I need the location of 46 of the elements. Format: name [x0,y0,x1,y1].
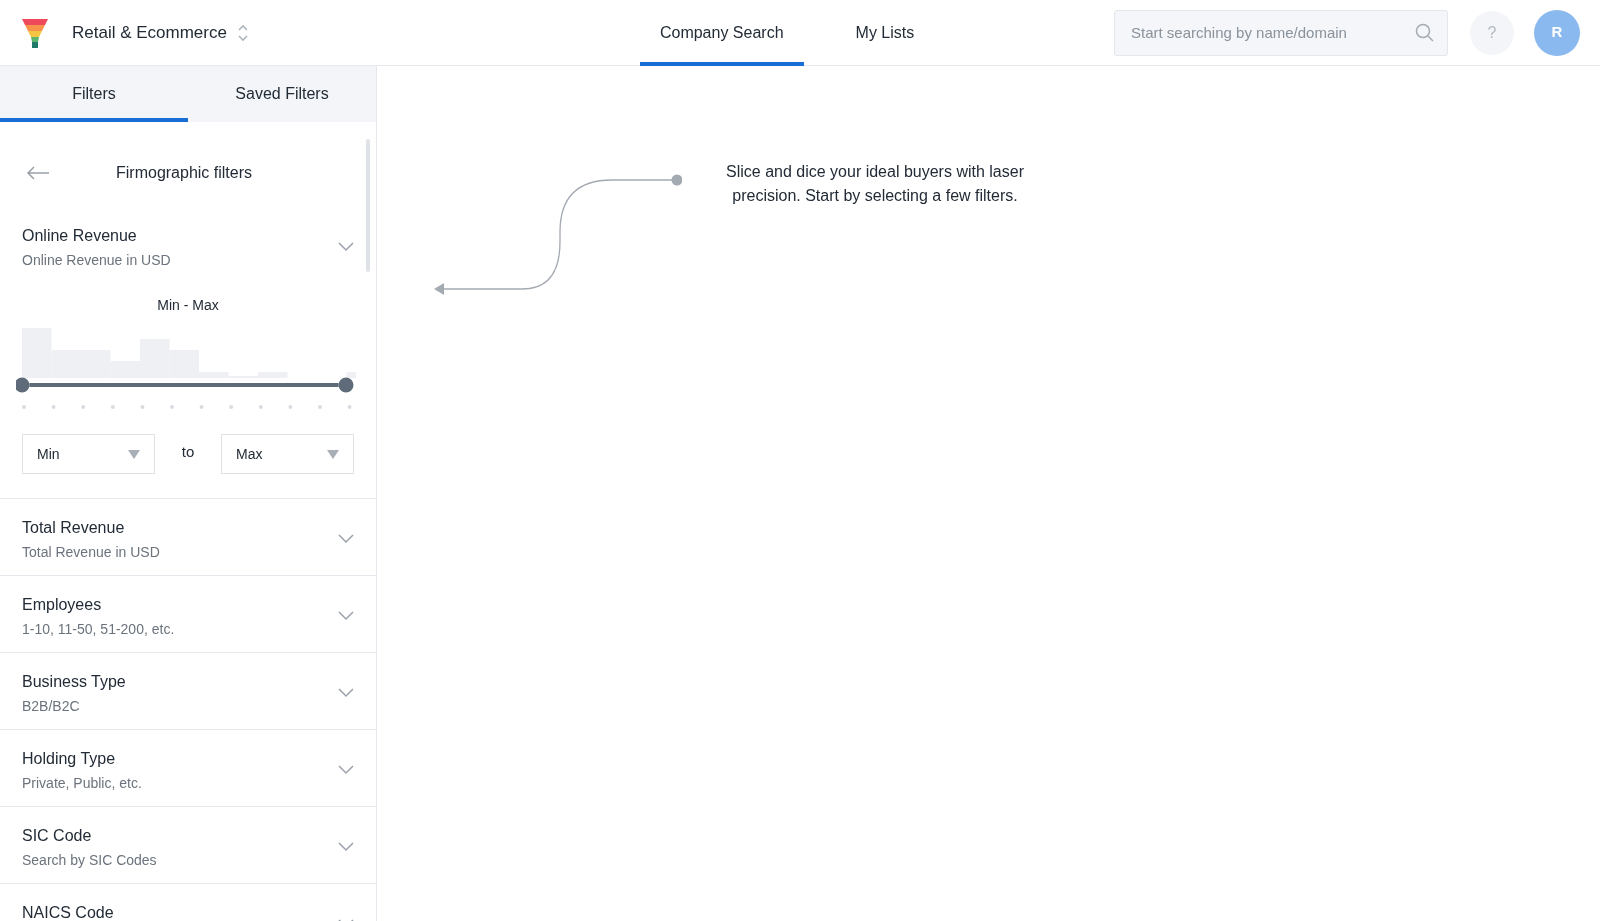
filter-title: Employees [22,595,103,615]
filter-item[interactable]: SIC Code Search by SIC Codes [0,806,376,883]
workspace-name[interactable]: Retail & Ecommerce [72,19,227,46]
chevron-down-icon [338,611,354,621]
search-icon[interactable] [1415,22,1434,42]
slider-handle[interactable] [16,377,30,393]
filter-item[interactable]: NAICS Code [0,883,376,921]
min-select[interactable]: Min [22,434,155,474]
dropdown-arrow-icon [128,449,140,459]
dropdown-arrow-icon [327,449,339,459]
filter-subtitle: Private, Public, etc. [22,774,142,793]
range-label: Min - Max [156,296,220,315]
filter-subtitle: Online Revenue in USD [22,251,171,270]
scrollbar[interactable] [366,139,370,272]
sidebar-tab[interactable]: Filters [0,66,188,122]
filter-item[interactable]: Total Revenue Total Revenue in USD [0,498,376,575]
nav-tab[interactable]: Company Search [639,0,804,66]
sort-icon[interactable] [236,22,249,43]
slider-handle[interactable] [338,377,354,393]
max-select[interactable]: Max [221,434,354,474]
chevron-down-icon [338,242,354,252]
filter-title: Online Revenue [22,226,138,246]
back-arrow-icon[interactable] [26,166,50,180]
chevron-down-icon [338,534,354,544]
filter-title: NAICS Code [22,903,114,921]
filter-subtitle: Search by SIC Codes [22,851,157,870]
filter-item[interactable]: Business Type B2B/B2C [0,652,376,729]
sidebar-tab[interactable]: Saved Filters [188,66,376,122]
filter-subtitle: 1-10, 11-50, 51-200, etc. [22,620,175,639]
hint-text: Slice and dice your ideal buyers with laser precision. Start by selecting a few filters. [725,162,1025,206]
filter-subtitle: B2B/B2C [22,697,81,716]
filter-title: SIC Code [22,826,93,846]
filter-item[interactable]: Holding Type Private, Public, etc. [0,729,376,806]
filter-item[interactable]: Employees 1-10, 11-50, 51-200, etc. [0,575,376,652]
filter-title: Total Revenue [22,518,126,538]
filter-subtitle: Total Revenue in USD [22,543,160,562]
filter-title: Business Type [22,672,126,692]
chevron-down-icon [338,842,354,852]
chevron-down-icon [338,765,354,775]
section-title: Firmographic filters [116,163,253,183]
filter-title: Holding Type [22,749,117,769]
range-separator: to [180,441,196,462]
chevron-down-icon [338,688,354,698]
search-field[interactable]: Start searching by name/domain [1114,9,1448,56]
logo-icon [20,16,50,49]
nav-tab[interactable]: My Lists [835,0,935,66]
